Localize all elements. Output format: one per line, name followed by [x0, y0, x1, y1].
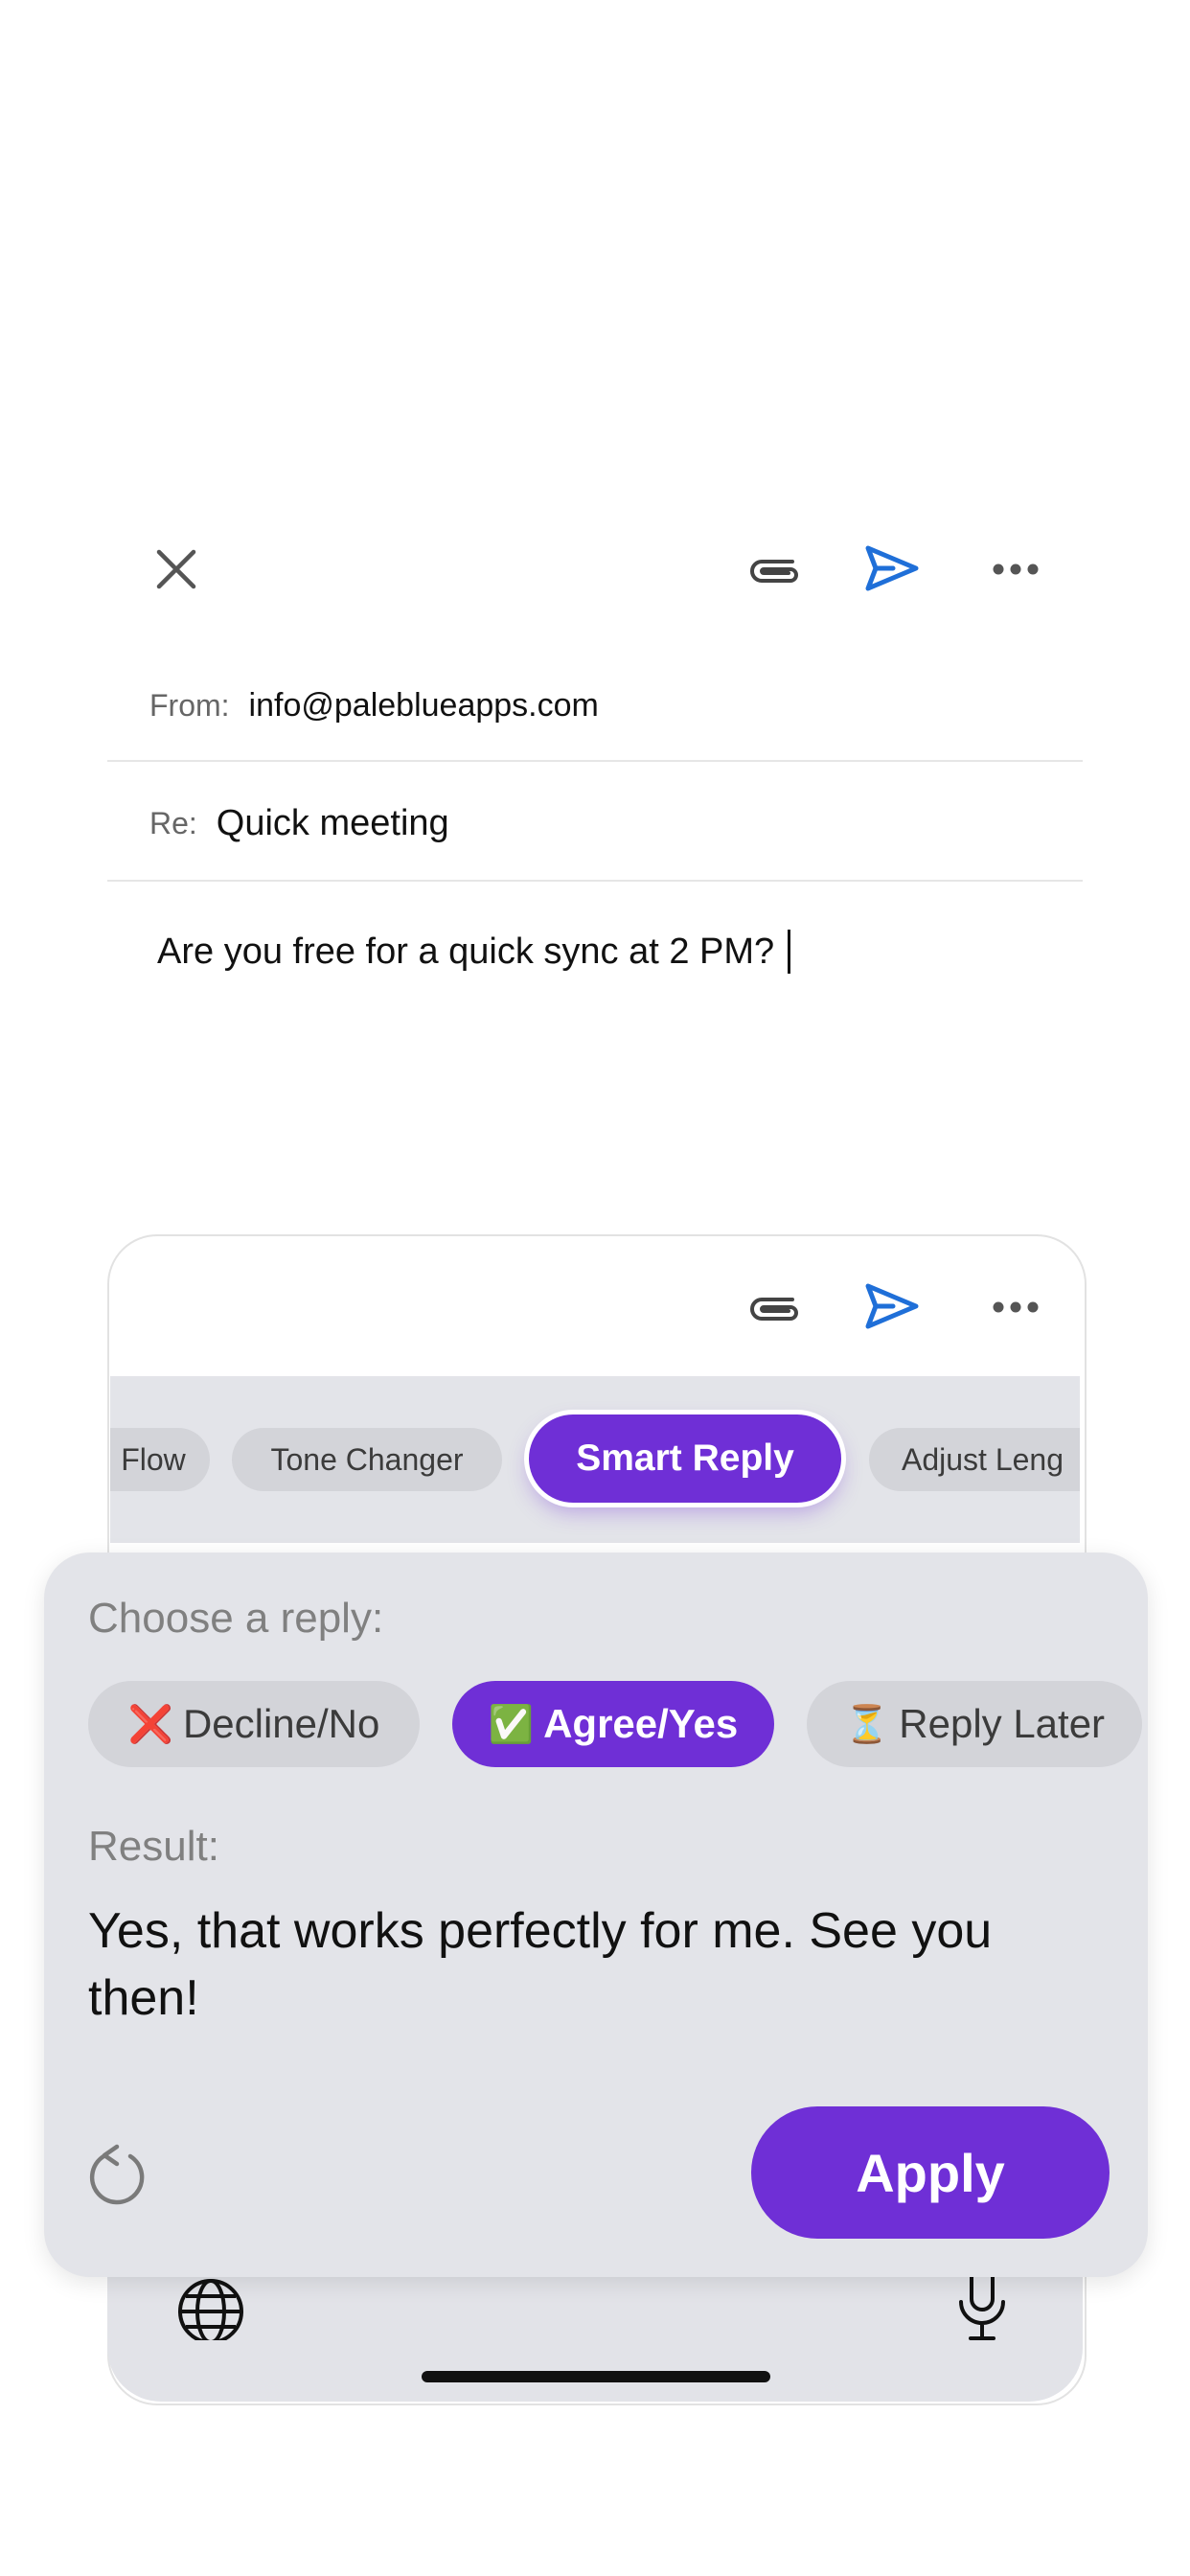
hourglass-icon: ⏳	[843, 1702, 890, 1745]
paperclip-icon	[750, 1298, 798, 1321]
reply-option-label: Decline/No	[182, 1701, 380, 1746]
message-body[interactable]: Are you free for a quick sync at 2 PM?	[157, 930, 791, 974]
microphone-button[interactable]	[949, 2277, 1016, 2342]
cross-mark-icon: ❌	[127, 1702, 173, 1745]
result-text: Yes, that works perfectly for me. See yo…	[88, 1903, 993, 2026]
send-button[interactable]	[860, 539, 924, 598]
close-icon	[156, 549, 196, 589]
microphone-icon	[959, 2277, 1005, 2340]
chip-label: Adjust Leng	[902, 1441, 1064, 1477]
send-icon	[865, 1283, 919, 1329]
subject-label: Re:	[149, 805, 197, 840]
divider	[107, 880, 1083, 882]
close-button[interactable]	[144, 537, 209, 602]
feature-chip-strip[interactable]: Flow Tone Changer Smart Reply Adjust Len…	[110, 1376, 1080, 1543]
apply-button[interactable]: Apply	[751, 2106, 1110, 2239]
refresh-icon	[89, 2144, 145, 2205]
send-button[interactable]	[860, 1276, 924, 1336]
reply-option-decline[interactable]: ❌ Decline/No	[88, 1681, 420, 1767]
more-horizontal-icon	[993, 564, 1039, 575]
chip-label: Flow	[121, 1441, 186, 1477]
text-cursor	[788, 930, 791, 974]
paperclip-icon	[750, 560, 798, 583]
smart-reply-panel: Choose a reply: ❌ Decline/No ✅ Agree/Yes…	[44, 1552, 1148, 2277]
more-options-button[interactable]	[987, 550, 1044, 588]
from-label: From:	[149, 687, 230, 723]
reply-option-later[interactable]: ⏳ Reply Later	[807, 1681, 1142, 1767]
chip-tone-changer[interactable]: Tone Changer	[232, 1428, 502, 1491]
choose-reply-label: Choose a reply:	[88, 1595, 384, 1642]
more-options-button[interactable]	[987, 1288, 1044, 1326]
check-mark-icon: ✅	[488, 1702, 535, 1745]
globe-icon	[178, 2279, 243, 2340]
globe-button[interactable]	[172, 2277, 249, 2340]
send-icon	[865, 545, 919, 591]
chip-label: Tone Changer	[270, 1441, 464, 1477]
divider	[107, 760, 1083, 762]
message-body-text: Are you free for a quick sync at 2 PM?	[157, 931, 775, 972]
more-horizontal-icon	[993, 1301, 1039, 1313]
result-label: Result:	[88, 1823, 219, 1870]
chip-smart-reply[interactable]: Smart Reply	[529, 1414, 841, 1503]
reply-option-label: Reply Later	[899, 1701, 1106, 1746]
reply-option-label: Agree/Yes	[543, 1701, 739, 1746]
refresh-button[interactable]	[82, 2139, 155, 2212]
subject-field[interactable]: Quick meeting	[217, 803, 449, 844]
attach-button[interactable]	[742, 540, 809, 598]
reply-option-agree[interactable]: ✅ Agree/Yes	[452, 1681, 774, 1767]
home-indicator	[422, 2371, 770, 2382]
subject-row: Re: Quick meeting	[107, 794, 1083, 853]
from-value[interactable]: info@paleblueapps.com	[249, 687, 599, 724]
chip-flow[interactable]: Flow	[110, 1428, 210, 1491]
chip-label: Smart Reply	[576, 1438, 794, 1479]
chip-adjust-length[interactable]: Adjust Leng	[869, 1428, 1080, 1491]
from-row: From: info@paleblueapps.com	[107, 678, 1083, 732]
attach-button[interactable]	[742, 1278, 809, 1336]
